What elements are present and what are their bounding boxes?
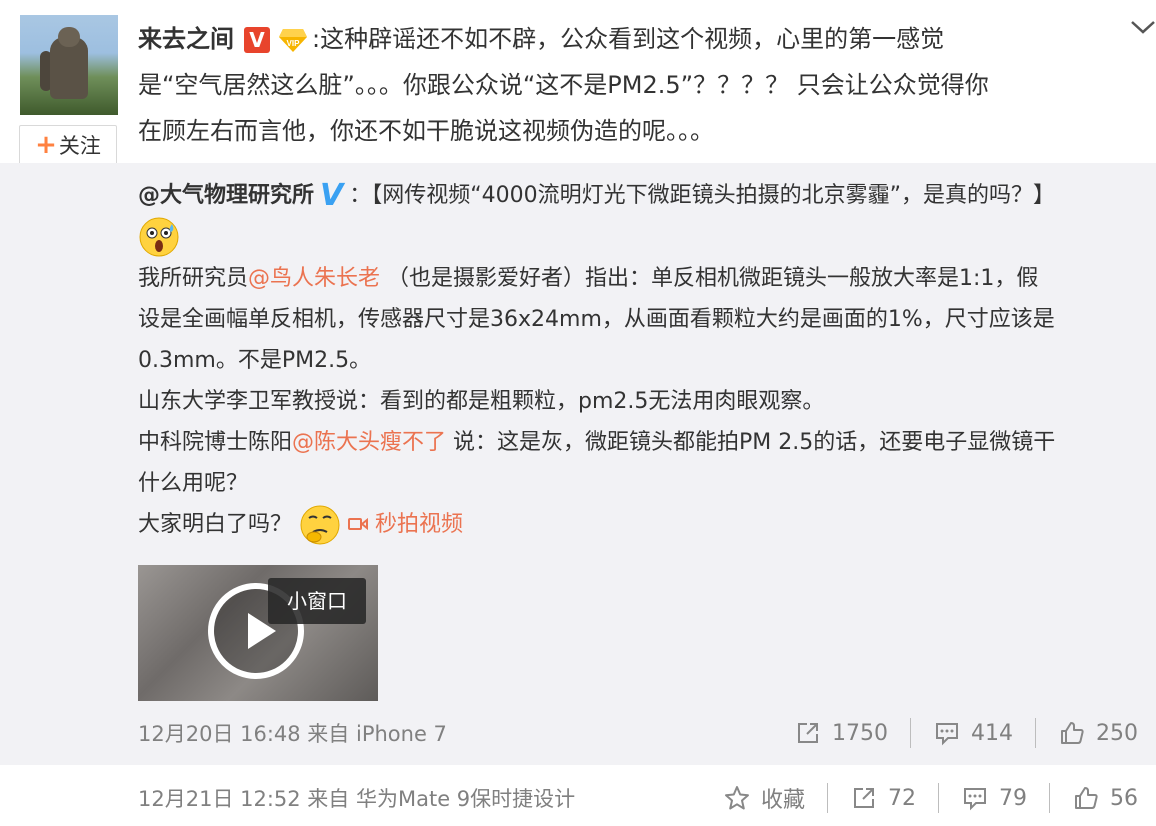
paragraph-2: 山东大学李卫军教授说：看到的都是粗颗粒，pm2.5无法用肉眼观察。 — [138, 389, 825, 414]
video-camera-icon — [348, 517, 369, 531]
favorite-button[interactable]: 收藏 — [723, 782, 805, 814]
repost-forward-count: 1750 — [832, 720, 888, 746]
thumbs-up-icon — [1061, 722, 1084, 744]
repost-headline: 【网传视频“4000流明灯光下微距镜头拍摄的北京雾霾”，是真的吗？】 — [371, 183, 1056, 208]
paragraph-3-prefix: 中科院博士陈阳 — [138, 430, 293, 455]
post-text: 来去之间 V VIP :这种辟谣还不如不辟，公众看到这个视频，心里的第一感觉 是“… — [138, 16, 1138, 154]
paragraph-4: 大家明白了吗？ — [138, 512, 293, 537]
mention-link-2[interactable]: @陈大头瘦不了 — [292, 430, 446, 455]
plus-icon: + — [35, 130, 57, 160]
paragraph-1-line-1: （也是摄影爱好者）指出：单反相机微距镜头一般放大率是1:1，假 — [380, 266, 1039, 291]
post-timestamp[interactable]: 12月21日 12:52 来自 华为Mate 9保时捷设计 — [138, 783, 575, 813]
comment-icon — [964, 788, 986, 811]
follow-label: 关注 — [58, 134, 101, 158]
share-icon — [798, 723, 818, 743]
thumbs-up-icon — [1075, 787, 1098, 809]
post-line-2: 是“空气居然这么脏”。。。你跟公众说“这不是PM2.5”？？？？ 只会让公众觉得… — [138, 71, 989, 99]
shocked-emoji-icon — [139, 217, 179, 257]
follow-button[interactable]: + 关注 — [19, 125, 117, 165]
forward-button[interactable]: 72 — [850, 784, 916, 812]
author-avatar[interactable] — [20, 15, 118, 115]
repost-comment-button[interactable]: 414 — [933, 719, 1013, 747]
comment-count: 79 — [999, 785, 1027, 811]
forward-count: 72 — [888, 785, 916, 811]
repost-like-button[interactable]: 250 — [1058, 719, 1138, 747]
favorite-label: 收藏 — [760, 788, 805, 813]
repost-stats: 1750 414 250 — [794, 718, 1138, 748]
post-footer: 12月21日 12:52 来自 华为Mate 9保时捷设计 收藏 72 79 5… — [0, 765, 1156, 826]
verified-v-icon: V — [320, 178, 344, 213]
video-link[interactable]: 秒拍视频 — [348, 512, 463, 537]
repost-source-name[interactable]: @大气物理研究所 — [138, 183, 314, 208]
footer-stats: 收藏 72 79 56 — [723, 782, 1138, 814]
repost-like-count: 250 — [1096, 720, 1138, 746]
video-link-label: 秒拍视频 — [375, 512, 464, 537]
comment-button[interactable]: 79 — [961, 784, 1027, 812]
mention-link-1[interactable]: @鸟人朱长老 — [248, 266, 380, 291]
author-colon: : — [312, 25, 321, 53]
thinking-emoji-icon — [300, 505, 340, 545]
paragraph-1-line-2: 设是全画幅单反相机，传感器尺寸是36x24mm，从画面看颗粒大约是画面的1%，尺… — [138, 307, 1055, 332]
vip-crown-icon: VIP — [279, 29, 307, 52]
share-icon — [854, 788, 874, 808]
post-line-1: 这种辟谣还不如不辟，公众看到这个视频，心里的第一感觉 — [320, 25, 945, 53]
repost-meta: 12月20日 16:48 来自 iPhone 7 1750 414 250 — [138, 718, 1138, 748]
verified-badge-icon: V — [244, 27, 270, 53]
paragraph-1-prefix: 我所研究员 — [138, 266, 249, 291]
like-button[interactable]: 56 — [1072, 784, 1138, 812]
repost-forward-button[interactable]: 1750 — [794, 719, 888, 747]
footer-meta: 12月21日 12:52 来自 华为Mate 9保时捷设计 收藏 72 79 5… — [138, 783, 1138, 813]
repost-colon: ： — [349, 183, 372, 208]
vip-badge-text: VIP — [287, 39, 301, 48]
paragraph-1-line-3: 0.3mm。不是PM2.5。 — [138, 348, 372, 373]
mini-window-button[interactable]: 小窗口 — [268, 578, 366, 624]
repost-text: @大气物理研究所 V ：【网传视频“4000流明灯光下微距镜头拍摄的北京雾霾”，是真… — [138, 175, 1138, 546]
author-name[interactable]: 来去之间 — [138, 25, 234, 53]
paragraph-3-line-2: 什么用呢？ — [138, 471, 249, 496]
repost-timestamp[interactable]: 12月20日 16:48 来自 iPhone 7 — [138, 718, 447, 748]
comment-icon — [936, 723, 958, 746]
post-line-3: 在顾左右而言他，你还不如干脆说这视频伪造的呢。。。 — [138, 117, 714, 145]
star-icon — [724, 786, 749, 810]
like-count: 56 — [1110, 785, 1138, 811]
paragraph-3-line-1: 说：这是灰，微距镜头都能拍PM 2.5的话，还要电子显微镜干 — [446, 430, 1056, 455]
repost-comment-count: 414 — [971, 720, 1013, 746]
reposted-weibo: @大气物理研究所 V ：【网传视频“4000流明灯光下微距镜头拍摄的北京雾霾”，是真… — [0, 163, 1156, 765]
